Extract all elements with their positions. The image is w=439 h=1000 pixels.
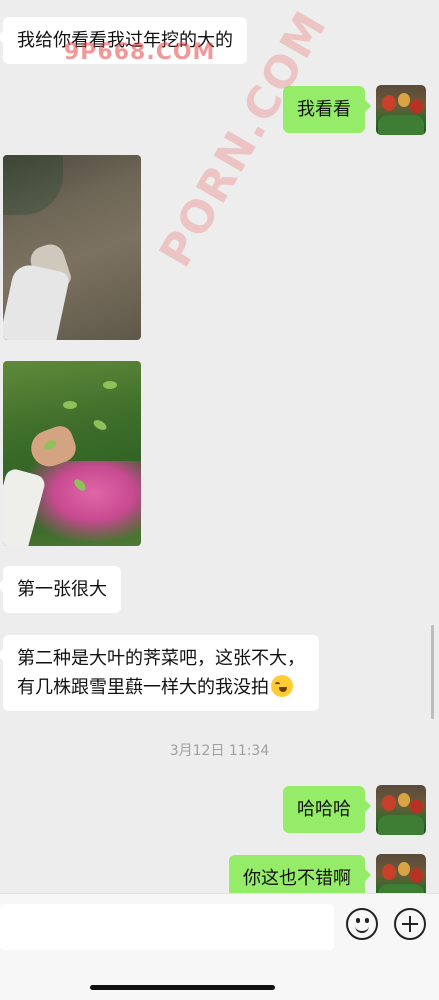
image-message[interactable] — [3, 361, 141, 546]
message-line: 有几株跟雪里蕻一样大的我没拍 — [17, 673, 305, 702]
message-bubble[interactable]: 哈哈哈 — [283, 786, 371, 833]
message-input[interactable] — [0, 904, 334, 950]
watermark: 9P668.COM — [64, 40, 216, 65]
timestamp: 3月12日 11:34 — [169, 743, 270, 759]
self-avatar[interactable] — [376, 785, 426, 835]
message-line: 第二种是大叶的荠菜吧，这张不大， — [17, 648, 305, 669]
plus-icon[interactable] — [394, 908, 426, 940]
chat-area[interactable]: 我给你看看我过年挖的大的 我看看 第一张很大 第二种是大叶的荠菜吧，这张不大， … — [0, 0, 439, 893]
smile-icon[interactable] — [346, 908, 378, 940]
self-avatar[interactable] — [376, 854, 426, 893]
self-avatar[interactable] — [376, 85, 426, 135]
message-bubble[interactable]: 你这也不错啊 — [229, 855, 371, 893]
image-message[interactable] — [3, 155, 141, 340]
message-bubble[interactable]: 第一张很大 — [0, 566, 121, 613]
input-bar — [0, 893, 439, 1000]
home-indicator[interactable] — [90, 985, 275, 990]
scrollbar[interactable] — [431, 625, 434, 719]
message-bubble[interactable]: 第二种是大叶的荠菜吧，这张不大， 有几株跟雪里蕻一样大的我没拍 — [0, 635, 319, 711]
grinning-sweat-emoji-icon — [271, 675, 293, 697]
